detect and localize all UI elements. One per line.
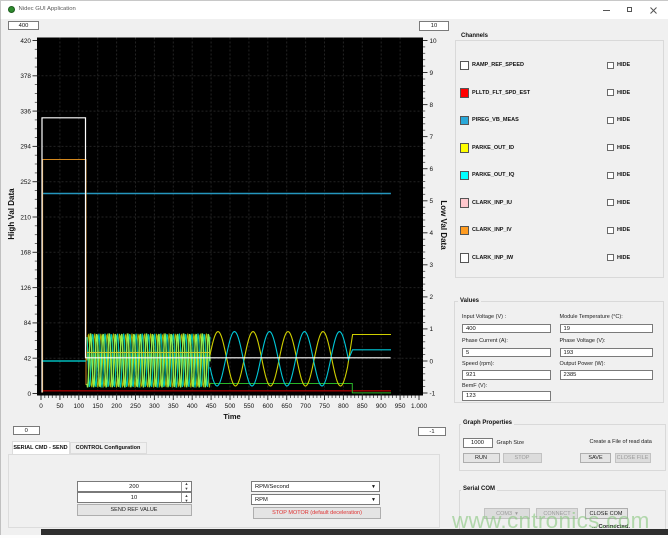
svg-text:0: 0: [39, 403, 43, 410]
svg-text:700: 700: [300, 403, 311, 410]
svg-text:950: 950: [395, 403, 406, 410]
svg-text:200: 200: [111, 403, 122, 410]
svg-text:84: 84: [24, 320, 32, 327]
svg-text:1: 1: [430, 326, 434, 333]
svg-text:750: 750: [319, 403, 330, 410]
svg-text:6: 6: [430, 166, 434, 173]
svg-text:350: 350: [168, 403, 179, 410]
svg-text:Low Val Data: Low Val Data: [439, 200, 448, 250]
svg-text:150: 150: [92, 403, 103, 410]
svg-text:0: 0: [430, 358, 434, 365]
svg-text:294: 294: [20, 144, 31, 151]
svg-text:8: 8: [430, 102, 434, 109]
svg-text:250: 250: [130, 403, 141, 410]
svg-text:50: 50: [56, 403, 64, 410]
svg-text:378: 378: [20, 73, 31, 80]
svg-text:-1: -1: [430, 390, 436, 397]
svg-text:800: 800: [338, 403, 349, 410]
svg-text:10: 10: [430, 38, 438, 45]
svg-text:4: 4: [430, 230, 434, 237]
svg-text:550: 550: [244, 403, 255, 410]
svg-text:126: 126: [20, 285, 31, 292]
svg-text:100: 100: [73, 403, 84, 410]
svg-text:0: 0: [27, 391, 31, 398]
svg-text:3: 3: [430, 262, 434, 269]
svg-text:900: 900: [376, 403, 387, 410]
svg-text:336: 336: [20, 108, 31, 115]
svg-text:600: 600: [262, 403, 273, 410]
svg-text:252: 252: [20, 179, 31, 186]
svg-text:500: 500: [225, 403, 236, 410]
svg-text:450: 450: [206, 403, 217, 410]
svg-text:2: 2: [430, 294, 434, 301]
svg-text:Time: Time: [223, 412, 240, 421]
svg-text:210: 210: [20, 214, 31, 221]
svg-text:1.000: 1.000: [411, 403, 427, 410]
svg-text:High Val Data: High Val Data: [7, 188, 16, 240]
svg-text:42: 42: [24, 356, 32, 363]
svg-text:7: 7: [430, 134, 434, 141]
svg-text:650: 650: [281, 403, 292, 410]
svg-text:5: 5: [430, 198, 434, 205]
svg-text:9: 9: [430, 70, 434, 77]
svg-text:300: 300: [149, 403, 160, 410]
svg-text:400: 400: [187, 403, 198, 410]
svg-text:850: 850: [357, 403, 368, 410]
svg-text:168: 168: [20, 250, 31, 257]
svg-text:420: 420: [20, 38, 31, 45]
